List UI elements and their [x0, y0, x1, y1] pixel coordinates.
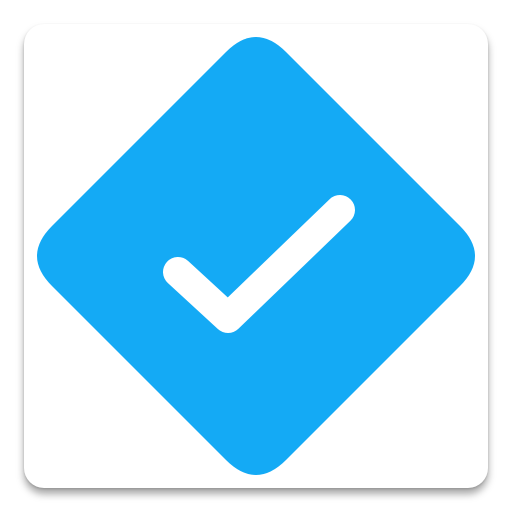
- badge-graphic: [37, 37, 475, 475]
- app-icon: [0, 0, 512, 512]
- diamond-icon: [37, 37, 475, 475]
